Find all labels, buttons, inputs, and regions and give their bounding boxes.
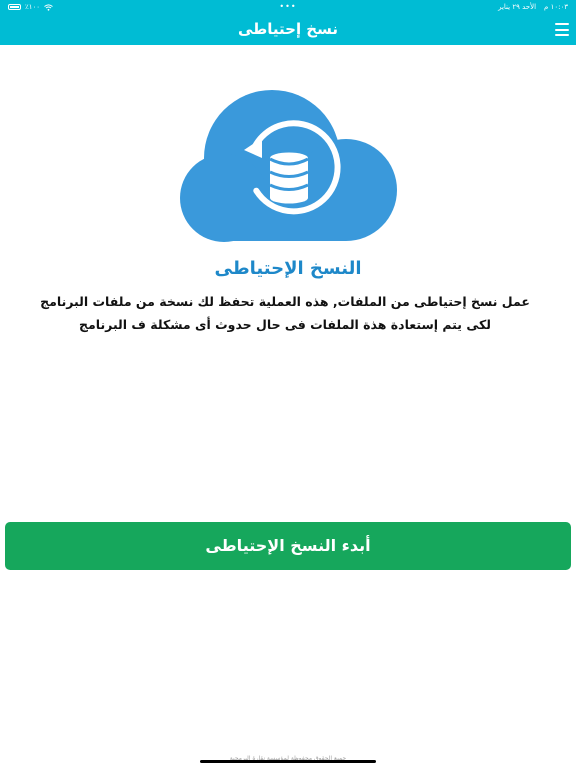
section-title: النسخ الإحتياطى xyxy=(214,258,362,279)
start-backup-button[interactable]: أبدء النسخ الإحتياطى xyxy=(5,522,571,570)
app-bar: نسخ إحتياطى xyxy=(0,14,576,45)
backup-screen: ٪١٠٠ ••• ١٠:٠٣ م الأحد ٢٩ يناير نسخ إحتي… xyxy=(0,0,576,768)
cloud-backup-database-icon xyxy=(180,90,397,242)
status-right: ١٠:٠٣ م الأحد ٢٩ يناير xyxy=(498,0,568,14)
backup-description: عمل نسخ إحتياطى من الملفات, هذه العملية … xyxy=(40,294,530,332)
status-date: الأحد ٢٩ يناير xyxy=(498,3,537,11)
page-title: نسخ إحتياطى xyxy=(237,20,339,38)
status-time: ١٠:٠٣ م xyxy=(544,3,568,11)
menu-line xyxy=(555,23,569,25)
hamburger-menu-icon[interactable] xyxy=(555,23,569,36)
menu-line xyxy=(555,34,569,36)
status-bar: ٪١٠٠ ••• ١٠:٠٣ م الأحد ٢٩ يناير xyxy=(0,0,576,14)
home-indicator[interactable] xyxy=(200,760,376,763)
multitask-dots[interactable]: ••• xyxy=(0,0,576,14)
menu-line xyxy=(555,28,569,31)
